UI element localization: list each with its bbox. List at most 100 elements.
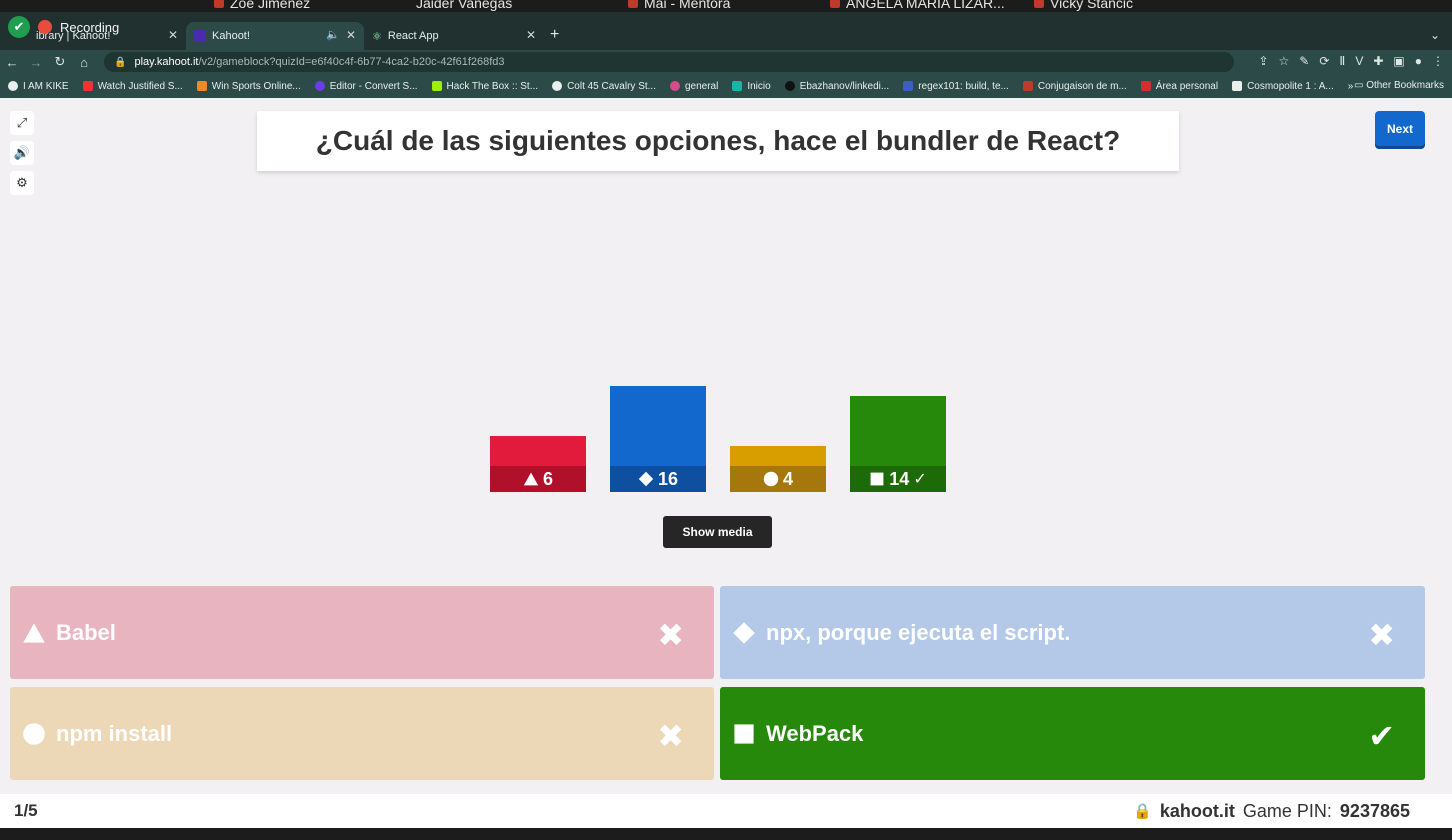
home-icon[interactable]: ⌂ [72, 55, 96, 70]
question-progress: 1/5 [14, 801, 38, 820]
answer-circle[interactable]: npm install ✖ [10, 687, 714, 780]
bookmark-item[interactable]: Watch Justified S... [82, 81, 183, 92]
url-bar[interactable]: 🔒 play.kahoot.it/v2/gameblock?quizId=e6f… [104, 52, 1234, 72]
close-icon[interactable]: ✕ [168, 28, 178, 42]
github-icon [784, 81, 795, 91]
new-tab-icon[interactable]: + [550, 26, 559, 44]
inicio-icon [732, 81, 743, 91]
answer-square[interactable]: WebPack ✔ [720, 687, 1425, 780]
tab-kahoot[interactable]: Kahoot! 🔈 ✕ [186, 22, 364, 50]
bookmark-item[interactable]: Win Sports Online... [196, 81, 301, 92]
close-icon[interactable]: ✕ [526, 28, 536, 42]
diamond-icon [638, 471, 654, 487]
participant-icon [628, 0, 638, 8]
vote-count: 16 [657, 468, 679, 489]
tab-react-app[interactable]: ⚛ React App ✕ [364, 22, 544, 50]
game-pin-value: 9237865 [1339, 800, 1410, 821]
circle-icon [763, 471, 779, 487]
sidepanel-icon[interactable]: ▣ [1393, 54, 1404, 68]
bookmark-item[interactable]: regex101: build, te... [903, 81, 1009, 92]
answer-triangle[interactable]: Babel ✖ [10, 586, 714, 679]
star-icon[interactable]: ☆ [1279, 54, 1290, 68]
winsports-icon [196, 81, 207, 91]
bookmark-item[interactable]: Colt 45 Cavalry St... [552, 81, 656, 92]
pen-icon[interactable]: ✎ [1299, 54, 1309, 68]
record-dot-icon [38, 20, 52, 34]
conjugaison-icon [1022, 81, 1033, 91]
show-media-button[interactable]: Show media [663, 516, 772, 548]
tab-search-icon[interactable]: ⌄ [1430, 28, 1440, 42]
result-bar-circle: 4 [730, 446, 826, 492]
bar-fill [490, 436, 586, 466]
square-icon [869, 471, 885, 487]
bookmark-item[interactable]: Ebazhanov/linkedi... [784, 81, 889, 92]
bookmark-item[interactable]: Cosmopolite 1 : A... [1232, 81, 1334, 92]
speaker-icon[interactable]: 🔈 [326, 28, 340, 41]
game-footer: 1/5 🔒 kahoot.it Game PIN: 9237865 [0, 794, 1452, 828]
answer-text: npm install [56, 720, 173, 746]
next-button[interactable]: Next [1375, 111, 1425, 146]
bookmark-item[interactable]: I AM KIKE [8, 81, 69, 92]
participant-3[interactable]: Mai - Mentora [628, 0, 730, 11]
volume-icon[interactable]: 🔊 [10, 141, 34, 165]
back-icon[interactable]: ← [0, 55, 24, 70]
extension-il-icon[interactable]: Ⅱ [1339, 54, 1345, 68]
address-row: ← → ↻ ⌂ 🔒 play.kahoot.it/v2/gameblock?qu… [0, 50, 1452, 74]
game-pin-label: Game PIN: [1242, 800, 1332, 821]
other-bookmarks[interactable]: ▭ Other Bookmarks [1354, 80, 1444, 91]
bookmark-item[interactable]: Hack The Box :: St... [431, 81, 538, 92]
bar-fill [730, 446, 826, 466]
participant-2[interactable]: Jaider Vanegas [416, 0, 512, 11]
vote-count: 14 [889, 468, 910, 489]
settings-sliders-icon[interactable]: ⚙ [10, 171, 34, 195]
close-icon[interactable]: ✕ [346, 28, 356, 42]
participant-5[interactable]: Vicky Stancic [1034, 0, 1133, 11]
square-icon [732, 722, 756, 746]
answer-text: Babel [56, 619, 116, 645]
bookmarks-bar: I AM KIKE Watch Justified S... Win Sport… [0, 74, 1452, 98]
reload-icon[interactable]: ↻ [48, 54, 72, 70]
result-bar-diamond: 16 [610, 386, 706, 492]
bookmark-item[interactable]: Inicio [732, 81, 771, 92]
vote-count: 4 [782, 468, 793, 489]
participant-icon [214, 0, 224, 8]
kebab-menu-icon[interactable]: ⋮ [1432, 54, 1444, 68]
vote-count: 6 [542, 468, 553, 489]
avatar[interactable]: ● [1415, 54, 1422, 68]
participant-4[interactable]: ANGELA MARIA LIZAR... [830, 0, 1005, 11]
diamond-icon [732, 621, 756, 645]
correct-check-icon: ✔ [1368, 718, 1395, 754]
triangle-icon [523, 471, 539, 487]
fullscreen-icon[interactable]: ⤢ [10, 111, 34, 135]
vimeo-icon[interactable]: V [1355, 54, 1363, 68]
game-pin-area: 🔒 kahoot.it Game PIN: 9237865 [1133, 801, 1410, 822]
incorrect-cross-icon: ✖ [657, 718, 684, 754]
puzzle-icon[interactable]: ✚ [1373, 54, 1383, 68]
document-icon [1232, 81, 1243, 91]
extension-icons: ⇪ ☆ ✎ ⟳ Ⅱ V ✚ ▣ ● ⋮ [1258, 54, 1444, 68]
bookmark-item[interactable]: Conjugaison de m... [1022, 81, 1127, 92]
lock-icon: 🔒 [1133, 803, 1152, 820]
question-title: ¿Cuál de las siguientes opciones, hace e… [257, 111, 1179, 171]
sync-icon[interactable]: ⟳ [1319, 54, 1329, 68]
forward-icon[interactable]: → [24, 55, 48, 70]
bookmarks-overflow[interactable]: » [1348, 81, 1354, 92]
bookmark-item[interactable]: Área personal [1140, 81, 1218, 92]
shield-check-icon: ✔ [8, 16, 30, 38]
bookmark-item[interactable]: Editor - Convert S... [314, 81, 418, 92]
bar-fill [850, 396, 946, 466]
incorrect-cross-icon: ✖ [657, 617, 684, 653]
bar-label: 6 [490, 466, 586, 492]
participant-1[interactable]: Zoe Jimenez [214, 0, 310, 11]
share-icon[interactable]: ⇪ [1258, 54, 1268, 68]
bookmark-item[interactable]: general [669, 81, 718, 92]
system-dock [0, 828, 1452, 840]
circle-icon [22, 722, 46, 746]
participant-icon [830, 0, 840, 8]
recording-indicator: ✔ Recording [8, 16, 119, 38]
kahoot-favicon-icon [194, 30, 206, 42]
triangle-icon [22, 621, 46, 645]
hackthebox-icon [431, 81, 442, 91]
answer-diamond[interactable]: npx, porque ejecuta el script. ✖ [720, 586, 1425, 679]
browser-tab-bar: ibrary | Kahoot! ✕ Kahoot! 🔈 ✕ ⚛ React A… [0, 12, 1452, 50]
